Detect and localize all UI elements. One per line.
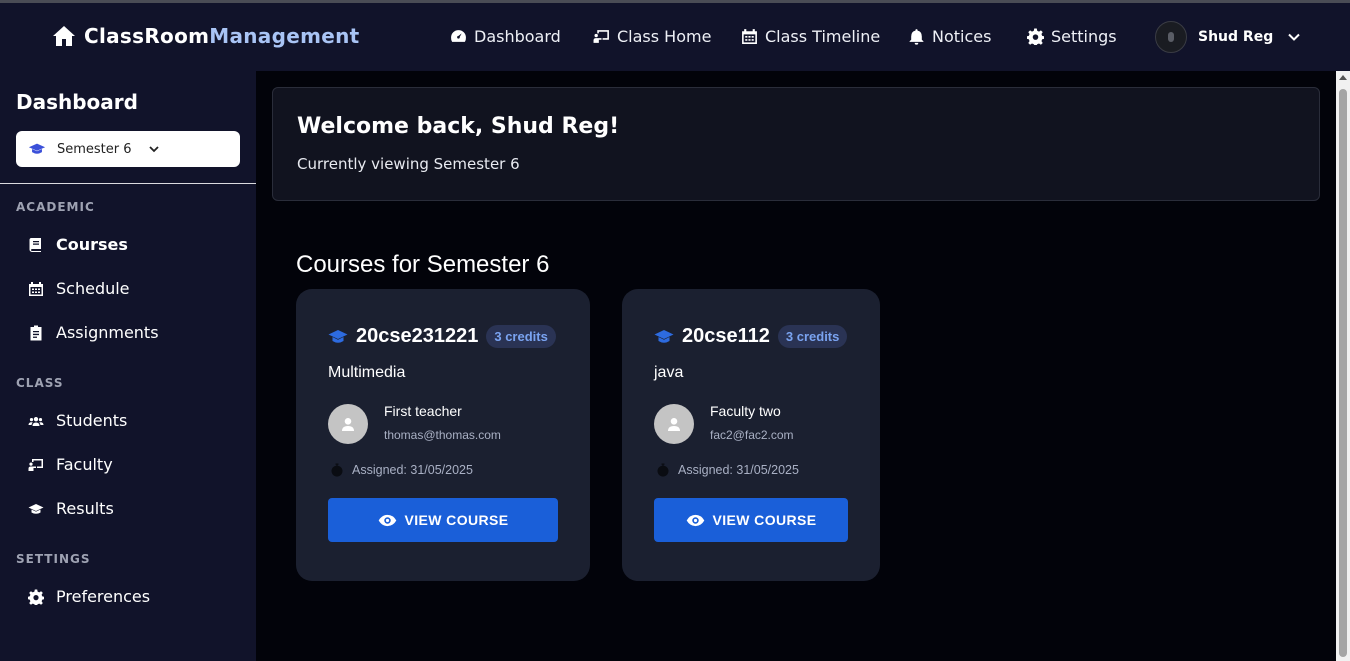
users-icon bbox=[28, 416, 44, 426]
nav-class-timeline-label: Class Timeline bbox=[765, 27, 881, 46]
user-menu[interactable]: Shud Reg bbox=[1155, 21, 1301, 53]
graduation-cap-icon bbox=[654, 329, 674, 343]
nav-settings-label: Settings bbox=[1051, 27, 1117, 46]
chevron-down-icon bbox=[148, 146, 159, 153]
graduation-cap-icon bbox=[28, 143, 46, 154]
calendar-icon bbox=[29, 281, 43, 296]
assigned-date: Assigned: 31/05/2025 bbox=[330, 463, 473, 477]
view-course-button[interactable]: VIEW COURSE bbox=[654, 498, 848, 542]
teacher-name: First teacher bbox=[384, 403, 462, 419]
home-icon bbox=[53, 26, 75, 46]
welcome-subtitle: Currently viewing Semester 6 bbox=[297, 155, 520, 173]
scrollbar-thumb[interactable] bbox=[1339, 89, 1347, 657]
course-name: Multimedia bbox=[328, 364, 406, 381]
nav-notices-label: Notices bbox=[932, 27, 992, 46]
sidebar-title: Dashboard bbox=[16, 90, 138, 114]
nav-dashboard[interactable]: Dashboard bbox=[450, 27, 561, 46]
credits-badge: 3 credits bbox=[777, 325, 848, 348]
nav-notices[interactable]: Notices bbox=[908, 27, 991, 46]
sidebar-item-faculty[interactable]: Faculty bbox=[28, 455, 113, 474]
sidebar-item-label: Schedule bbox=[56, 279, 130, 298]
sidebar-divider bbox=[0, 183, 256, 184]
teacher-email: thomas@thomas.com bbox=[384, 428, 501, 442]
gear-icon bbox=[28, 589, 44, 605]
sidebar-item-results[interactable]: Results bbox=[28, 499, 114, 518]
bell-icon bbox=[909, 29, 924, 45]
eye-icon bbox=[686, 514, 704, 526]
scroll-up-arrow-icon[interactable] bbox=[1339, 75, 1347, 80]
brand-name: ClassRoomManagement bbox=[84, 24, 360, 48]
welcome-title: Welcome back, Shud Reg! bbox=[297, 114, 620, 139]
sidebar-section-academic: ACADEMIC bbox=[16, 200, 95, 214]
brand-logo[interactable]: ClassRoomManagement bbox=[52, 24, 359, 48]
nav-class-timeline[interactable]: Class Timeline bbox=[741, 27, 880, 46]
nav-class-home-label: Class Home bbox=[617, 27, 712, 46]
welcome-panel: Welcome back, Shud Reg! Currently viewin… bbox=[272, 87, 1320, 201]
eye-icon bbox=[378, 514, 396, 526]
stopwatch-icon bbox=[657, 463, 669, 477]
nav-dashboard-label: Dashboard bbox=[474, 27, 561, 46]
sidebar-item-label: Faculty bbox=[56, 455, 113, 474]
user-icon bbox=[342, 418, 354, 431]
sidebar-item-label: Students bbox=[56, 411, 128, 430]
clipboard-icon bbox=[30, 325, 42, 340]
sidebar-item-assignments[interactable]: Assignments bbox=[28, 323, 159, 342]
book-icon bbox=[29, 237, 41, 252]
course-code: 20cse112 bbox=[682, 325, 770, 347]
stopwatch-icon bbox=[331, 463, 343, 477]
avatar bbox=[1155, 21, 1187, 53]
sidebar-item-students[interactable]: Students bbox=[28, 411, 127, 430]
teacher-avatar bbox=[654, 404, 694, 444]
course-name: java bbox=[654, 364, 684, 381]
sidebar-item-label: Preferences bbox=[56, 587, 151, 606]
sidebar-item-courses[interactable]: Courses bbox=[28, 235, 128, 254]
gauge-icon bbox=[451, 30, 466, 42]
sidebar-item-preferences[interactable]: Preferences bbox=[28, 587, 150, 606]
assigned-date: Assigned: 31/05/2025 bbox=[656, 463, 799, 477]
semester-select-value: Semester 6 bbox=[57, 141, 132, 157]
sidebar-item-label: Assignments bbox=[56, 323, 159, 342]
sidebar-section-class: CLASS bbox=[16, 376, 64, 390]
credits-badge: 3 credits bbox=[486, 325, 556, 348]
course-code: 20cse231221 bbox=[356, 325, 479, 347]
sidebar: Dashboard Semester 6 ACADEMIC Courses Sc… bbox=[0, 71, 256, 661]
chevron-down-icon bbox=[1288, 33, 1300, 41]
nav-settings[interactable]: Settings bbox=[1027, 27, 1117, 46]
teacher-avatar bbox=[328, 404, 368, 444]
sidebar-item-label: Results bbox=[56, 499, 114, 518]
graduation-cap-icon bbox=[28, 503, 44, 514]
calendar-icon bbox=[742, 29, 757, 44]
user-name: Shud Reg bbox=[1198, 29, 1274, 45]
chalkboard-teacher-icon bbox=[593, 30, 609, 43]
user-icon bbox=[668, 418, 680, 431]
top-navbar: ClassRoomManagement Dashboard Class Home… bbox=[0, 3, 1350, 71]
sidebar-section-settings: SETTINGS bbox=[16, 552, 91, 566]
semester-select[interactable]: Semester 6 bbox=[16, 131, 240, 167]
sidebar-item-schedule[interactable]: Schedule bbox=[28, 279, 130, 298]
page-scrollbar[interactable] bbox=[1336, 71, 1350, 661]
nav-class-home[interactable]: Class Home bbox=[593, 27, 711, 46]
chalkboard-teacher-icon bbox=[28, 458, 43, 471]
courses-heading: Courses for Semester 6 bbox=[296, 251, 550, 278]
teacher-email: fac2@fac2.com bbox=[710, 428, 794, 442]
graduation-cap-icon bbox=[328, 329, 348, 343]
view-course-button[interactable]: VIEW COURSE bbox=[328, 498, 558, 542]
gear-icon bbox=[1027, 28, 1044, 45]
teacher-name: Faculty two bbox=[710, 403, 781, 419]
course-card: 20cse112 3 credits java Faculty two fac2… bbox=[622, 289, 880, 581]
sidebar-item-label: Courses bbox=[56, 235, 128, 254]
course-card: 20cse231221 3 credits Multimedia First t… bbox=[296, 289, 590, 581]
